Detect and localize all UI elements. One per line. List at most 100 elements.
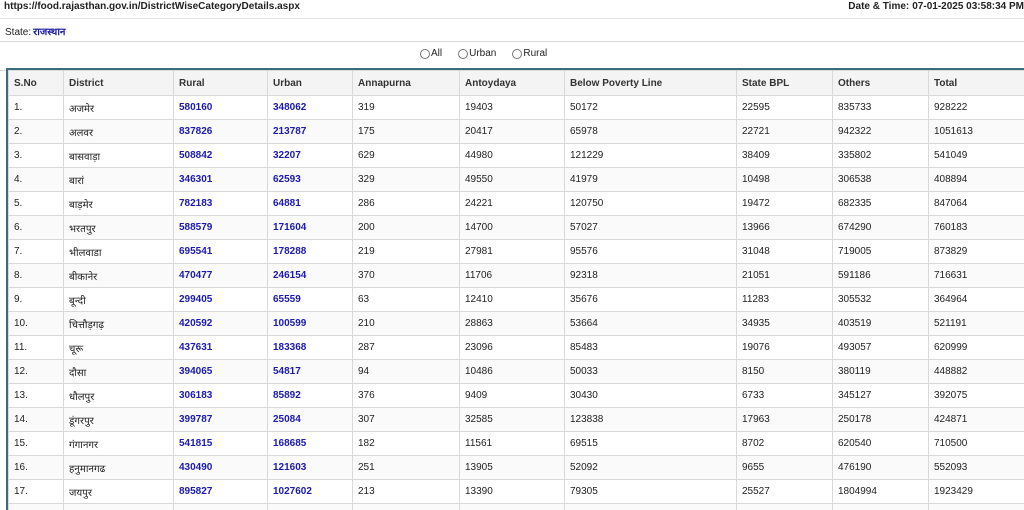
table-cell: 521191 xyxy=(929,312,1024,336)
radio-all-circle[interactable] xyxy=(420,49,430,59)
table-cell: 182 xyxy=(353,432,460,456)
rural-count-link[interactable]: 837826 xyxy=(174,120,268,144)
table-cell: 251 xyxy=(353,456,460,480)
rural-count-link[interactable]: 508842 xyxy=(174,144,268,168)
rural-count-link[interactable]: 420592 xyxy=(174,312,268,336)
urban-count-link[interactable]: 171604 xyxy=(268,216,353,240)
rural-count-link[interactable]: 580160 xyxy=(174,96,268,120)
rural-count-link[interactable]: 470477 xyxy=(174,264,268,288)
table-cell: 8150 xyxy=(737,360,833,384)
table-cell: दौसा xyxy=(64,360,174,384)
district-category-table: S.NoDistrictRuralUrbanAnnapurnaAntoydaya… xyxy=(8,70,1024,510)
table-row: 4.बारां346301625933294955041979104983065… xyxy=(9,168,1024,192)
table-cell: 44980 xyxy=(460,144,565,168)
table-cell: डूंगरपुर xyxy=(64,408,174,432)
date-time-value: 07-01-2025 03:58:34 PM xyxy=(912,1,1024,12)
column-header: Annapurna xyxy=(353,71,460,96)
table-cell: बारां xyxy=(64,168,174,192)
column-header: State BPL xyxy=(737,71,833,96)
rural-count-link[interactable]: 895827 xyxy=(174,480,268,504)
table-cell: 12410 xyxy=(460,288,565,312)
radio-rural[interactable]: Rural xyxy=(512,48,547,59)
table-cell: 380119 xyxy=(833,360,929,384)
table-cell: 19472 xyxy=(737,192,833,216)
table-cell: 552093 xyxy=(929,456,1024,480)
table-cell: 493057 xyxy=(833,336,929,360)
rural-count-link[interactable]: 394065 xyxy=(174,360,268,384)
table-cell: 928222 xyxy=(929,96,1024,120)
table-cell: 408894 xyxy=(929,168,1024,192)
table-cell: बून्दी xyxy=(64,288,174,312)
urban-count-link[interactable]: 85892 xyxy=(268,384,353,408)
rural-count-link[interactable]: 541815 xyxy=(174,432,268,456)
table-cell: 175 xyxy=(353,120,460,144)
rural-count-link[interactable]: 299405 xyxy=(174,288,268,312)
table-cell: 50172 xyxy=(565,96,737,120)
table-cell: 38409 xyxy=(737,144,833,168)
table-cell: 53664 xyxy=(565,312,737,336)
state-info: State:राजस्थान xyxy=(5,24,65,38)
column-header: Total xyxy=(929,71,1024,96)
rural-count-link[interactable]: 399787 xyxy=(174,408,268,432)
urban-count-link[interactable]: 1027602 xyxy=(268,480,353,504)
urban-count-link[interactable]: 100599 xyxy=(268,312,353,336)
urban-count-link[interactable]: 32207 xyxy=(268,144,353,168)
urban-count-link[interactable]: 62593 xyxy=(268,168,353,192)
urban-count-link[interactable]: 178288 xyxy=(268,240,353,264)
urban-count-link[interactable]: 65559 xyxy=(268,288,353,312)
table-cell: 319 xyxy=(353,96,460,120)
rural-count-link[interactable]: 346301 xyxy=(174,168,268,192)
table-cell: 364964 xyxy=(929,288,1024,312)
column-header: Below Poverty Line xyxy=(565,71,737,96)
table-cell: 16. xyxy=(9,456,64,480)
table-cell xyxy=(737,504,833,510)
table-cell: 376 xyxy=(353,384,460,408)
rural-count-link[interactable]: 588579 xyxy=(174,216,268,240)
urban-count-link[interactable]: 64881 xyxy=(268,192,353,216)
radio-urban-circle[interactable] xyxy=(458,49,468,59)
table-cell: 250178 xyxy=(833,408,929,432)
radio-rural-circle[interactable] xyxy=(512,49,522,59)
radio-urban[interactable]: Urban xyxy=(458,48,496,59)
rural-count-link[interactable]: 695541 xyxy=(174,240,268,264)
rural-count-link[interactable]: 437631 xyxy=(174,336,268,360)
table-cell: 476190 xyxy=(833,456,929,480)
table-cell: 32585 xyxy=(460,408,565,432)
table-cell: 9. xyxy=(9,288,64,312)
urban-count-link[interactable]: 348062 xyxy=(268,96,353,120)
table-row: 14.डूंगरपुर39978725084307325851238381796… xyxy=(9,408,1024,432)
urban-count-link[interactable]: 246154 xyxy=(268,264,353,288)
table-cell: 5. xyxy=(9,192,64,216)
table-cell: 335802 xyxy=(833,144,929,168)
table-cell: 1051613 xyxy=(929,120,1024,144)
column-header: Others xyxy=(833,71,929,96)
urban-count-link[interactable]: 54817 xyxy=(268,360,353,384)
table-cell: 10486 xyxy=(460,360,565,384)
column-header: S.No xyxy=(9,71,64,96)
table-row: 9.बून्दी29940565559631241035676112833055… xyxy=(9,288,1024,312)
table-cell: 25527 xyxy=(737,480,833,504)
table-row: 7.भीलवाडा6955411782882192798195576310487… xyxy=(9,240,1024,264)
page-url: https://food.rajasthan.gov.in/DistrictWi… xyxy=(4,1,300,12)
urban-count-link[interactable]: 121603 xyxy=(268,456,353,480)
table-cell: 210 xyxy=(353,312,460,336)
table-cell xyxy=(174,504,268,510)
urban-count-link[interactable]: 213787 xyxy=(268,120,353,144)
rural-count-link[interactable]: 430490 xyxy=(174,456,268,480)
table-cell: 1. xyxy=(9,96,64,120)
table-cell: 69515 xyxy=(565,432,737,456)
table-cell: अलवर xyxy=(64,120,174,144)
table-cell: 123838 xyxy=(565,408,737,432)
table-row xyxy=(9,504,1024,510)
rural-count-link[interactable]: 306183 xyxy=(174,384,268,408)
table-cell: 6733 xyxy=(737,384,833,408)
table-cell: 23096 xyxy=(460,336,565,360)
urban-count-link[interactable]: 168685 xyxy=(268,432,353,456)
table-cell: 9655 xyxy=(737,456,833,480)
rural-count-link[interactable]: 782183 xyxy=(174,192,268,216)
radio-all[interactable]: All xyxy=(420,48,442,59)
urban-count-link[interactable]: 25084 xyxy=(268,408,353,432)
urban-count-link[interactable]: 183368 xyxy=(268,336,353,360)
table-cell: 403519 xyxy=(833,312,929,336)
table-cell: 710500 xyxy=(929,432,1024,456)
